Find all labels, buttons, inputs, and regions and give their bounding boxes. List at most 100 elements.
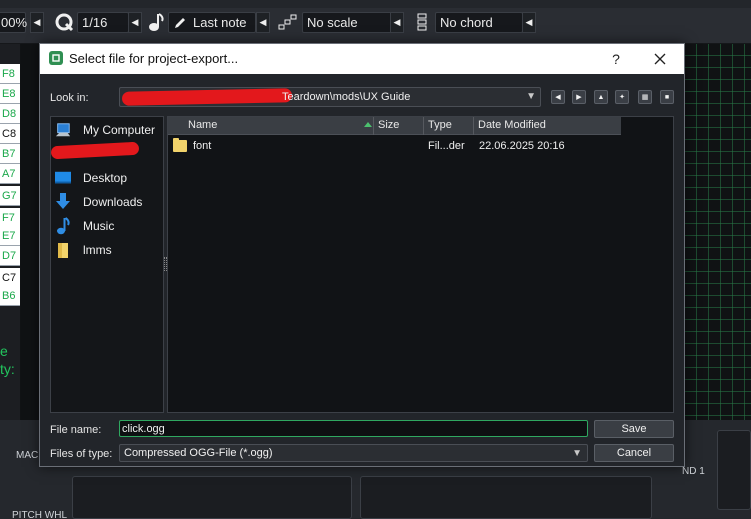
look-in-combobox[interactable]: Teardown\mods\UX Guide ▼ <box>119 87 541 107</box>
list-view-icon: ▦ <box>641 94 649 101</box>
close-button[interactable] <box>648 49 672 69</box>
piano-keyboard[interactable]: F8 E8 D8 C8 B7 A7 G7 F7 E7 D7 C7 B6 <box>0 44 20 314</box>
new-folder-button[interactable]: ✦ <box>615 90 629 104</box>
scale-left-arrow[interactable]: ◀ <box>390 12 404 33</box>
file-name-input[interactable]: click.ogg <box>119 420 588 437</box>
sidebar-item-label: lmms <box>83 243 112 257</box>
forward-button[interactable]: ▶ <box>572 90 586 104</box>
desktop-icon <box>55 170 71 186</box>
column-header-type[interactable]: Type <box>428 119 452 131</box>
column-header-size[interactable]: Size <box>378 119 399 131</box>
side-text-line-2: ty: <box>0 361 15 377</box>
file-row[interactable]: font Fil...der 22.06.2025 20:16 <box>168 138 673 156</box>
folder-icon <box>173 138 187 152</box>
piano-key[interactable]: G7 <box>0 186 20 206</box>
close-icon <box>654 53 666 65</box>
column-header-date[interactable]: Date Modified <box>478 119 546 131</box>
chord-icon <box>416 12 428 32</box>
forward-arrow-icon: ▶ <box>576 94 582 101</box>
slider-panel-right[interactable] <box>360 476 652 519</box>
file-name-label: File name: <box>50 424 102 436</box>
chevron-down-icon: ▼ <box>526 91 536 102</box>
detail-view-button[interactable]: ■ <box>660 90 674 104</box>
look-in-label: Look in: <box>50 92 89 104</box>
file-list-header: Name Size Type Date Modified <box>168 117 621 135</box>
dialog-titlebar[interactable]: Select file for project-export... ? <box>40 44 684 74</box>
file-type-label: Files of type: <box>50 448 113 460</box>
sidebar-item-music[interactable]: Music <box>55 216 114 236</box>
dialog-title: Select file for project-export... <box>69 51 239 66</box>
folder-icon <box>55 242 71 258</box>
back-arrow-icon: ◀ <box>555 94 561 101</box>
side-panel <box>717 430 751 510</box>
piano-key[interactable]: B6 <box>0 286 20 306</box>
file-list[interactable]: Name Size Type Date Modified font Fil...… <box>167 116 674 413</box>
side-text-line-1: e <box>0 343 8 359</box>
list-view-button[interactable]: ▦ <box>638 90 652 104</box>
slider-panel-left[interactable] <box>72 476 352 519</box>
note-icon <box>148 12 164 32</box>
piano-roll-toolbar: 00% ◀ 1/16 ◀ Last note ◀ No scale ◀ No c… <box>0 0 751 44</box>
piano-key[interactable]: D8 <box>0 104 20 124</box>
chord-value: No chord <box>440 15 493 30</box>
sidebar-item-label: My Computer <box>83 123 156 137</box>
sort-ascending-icon <box>364 122 372 127</box>
file-date: 22.06.2025 20:16 <box>479 140 565 152</box>
pencil-icon <box>175 17 185 28</box>
back-button[interactable]: ◀ <box>551 90 565 104</box>
chord-left-arrow[interactable]: ◀ <box>522 12 536 33</box>
sidebar-item-downloads[interactable]: Downloads <box>55 192 142 212</box>
file-type-combobox[interactable]: Compressed OGG-File (*.ogg) ▼ <box>119 444 588 462</box>
column-header-name[interactable]: Name <box>188 119 217 131</box>
quantize-field[interactable]: 1/16 <box>77 12 129 33</box>
piano-key[interactable]: A7 <box>0 164 20 184</box>
column-divider[interactable] <box>473 117 474 135</box>
piano-key[interactable]: C7 <box>0 268 20 288</box>
piano-key[interactable]: B7 <box>0 144 20 164</box>
parent-dir-button[interactable]: ▲ <box>594 90 608 104</box>
computer-icon <box>55 122 71 138</box>
sidebar-item-label: Downloads <box>83 195 143 209</box>
note-length-field[interactable]: Last note <box>168 12 256 33</box>
piano-key[interactable]: E7 <box>0 226 20 246</box>
quantize-value: 1/16 <box>82 15 108 30</box>
file-type-value: Compressed OGG-File (*.ogg) <box>124 447 273 459</box>
help-button[interactable]: ? <box>606 50 626 68</box>
music-icon <box>55 217 71 235</box>
chevron-down-icon: ▼ <box>572 448 582 459</box>
sidebar-item-label: Desktop <box>83 171 128 185</box>
note-grid-left[interactable] <box>20 44 40 424</box>
new-folder-icon: ✦ <box>619 94 625 101</box>
up-arrow-icon: ▲ <box>597 93 605 101</box>
chord-field[interactable]: No chord <box>435 12 523 33</box>
scale-field[interactable]: No scale <box>302 12 392 33</box>
column-divider[interactable] <box>423 117 424 135</box>
scale-value: No scale <box>307 15 358 30</box>
sidebar-item-my-computer[interactable]: My Computer <box>55 120 155 140</box>
column-divider[interactable] <box>373 117 374 135</box>
sidebar-item-lmms[interactable]: lmms <box>55 240 112 260</box>
quantize-left-arrow[interactable]: ◀ <box>128 12 142 33</box>
app-icon <box>49 51 63 65</box>
pitch-wheel-label: PITCH WHL <box>12 510 67 519</box>
save-button[interactable]: Save <box>594 420 674 438</box>
note-grid-right[interactable] <box>684 44 751 424</box>
redaction-mark <box>121 88 293 106</box>
piano-key[interactable]: E8 <box>0 84 20 104</box>
scale-icon <box>278 12 298 32</box>
end-label: ND 1 <box>682 466 705 477</box>
background-side-text: e ty: <box>0 342 15 378</box>
piano-key[interactable]: F8 <box>0 64 20 84</box>
file-type: Fil...der <box>428 140 465 152</box>
cancel-button[interactable]: Cancel <box>594 444 674 462</box>
zoom-left-arrow[interactable]: ◀ <box>30 12 44 33</box>
file-dialog: Select file for project-export... ? Look… <box>39 43 685 467</box>
sidebar-item-desktop[interactable]: Desktop <box>55 168 127 188</box>
piano-key[interactable]: F7 <box>0 208 20 228</box>
note-length-left-arrow[interactable]: ◀ <box>256 12 270 33</box>
downloads-icon <box>55 193 71 210</box>
zoom-field[interactable]: 00% <box>0 12 27 33</box>
piano-key[interactable]: C8 <box>0 124 20 144</box>
quantize-icon <box>54 12 74 32</box>
piano-key[interactable]: D7 <box>0 246 20 266</box>
